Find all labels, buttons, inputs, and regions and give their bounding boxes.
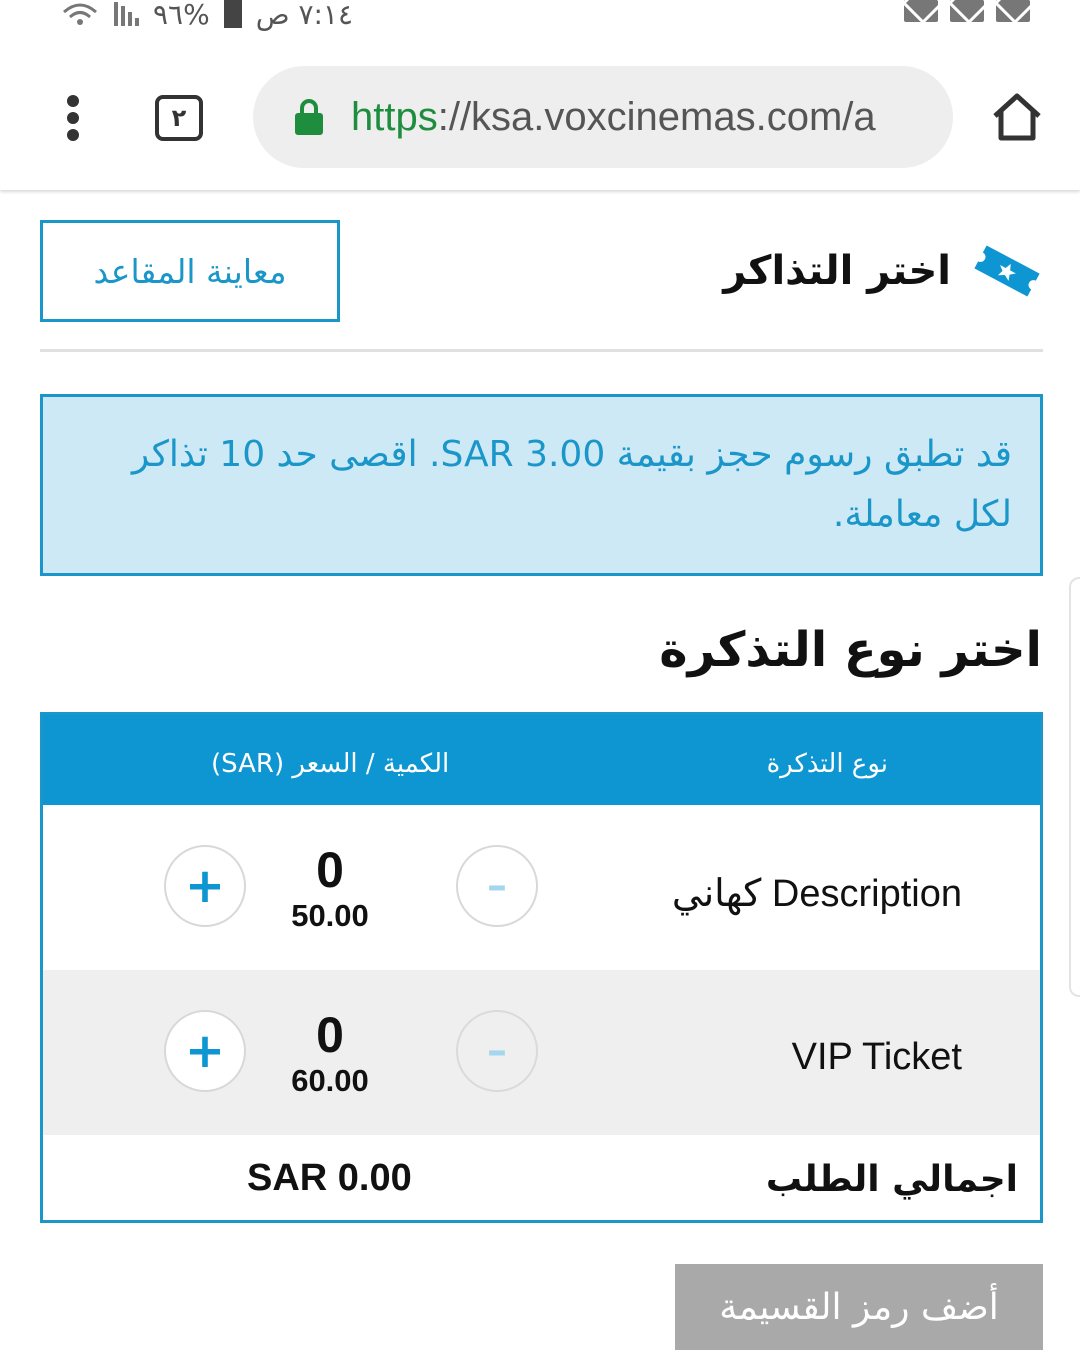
column-header-ticket-type: نوع التذكرة — [766, 749, 888, 779]
scroll-edge — [1069, 577, 1080, 997]
mail-notification-icon — [904, 0, 938, 22]
ticket-price: 60.00 — [291, 1063, 369, 1098]
status-bar: ٧:١٤ ص %٩٦ — [0, 0, 1080, 40]
status-left-group: ٧:١٤ ص %٩٦ — [60, 0, 353, 32]
quantity-display: 0 60.00 — [275, 1006, 385, 1098]
battery-percent: %٩٦ — [153, 0, 210, 31]
booking-fee-notice: قد تطبق رسوم حجز بقيمة SAR 3.00. اقصى حد… — [40, 394, 1043, 576]
increase-quantity-button[interactable]: + — [164, 1010, 246, 1092]
table-row: كهاني Description – 0 50.00 + — [43, 805, 1040, 970]
ticket-type-title: اختر نوع التذكرة — [659, 622, 1042, 678]
home-icon[interactable] — [990, 90, 1044, 144]
wifi-icon — [63, 3, 97, 25]
mail-notification-icon — [950, 0, 984, 22]
browser-menu-icon[interactable] — [62, 95, 84, 141]
quantity-display: 0 50.00 — [275, 841, 385, 933]
ticket-name: VIP Ticket — [791, 1036, 962, 1078]
page-title: اختر التذاكر — [723, 248, 951, 294]
ticket-icon — [974, 245, 1040, 297]
decrease-quantity-button[interactable]: – — [456, 1010, 538, 1092]
divider — [40, 349, 1043, 352]
order-total-value: SAR 0.00 — [247, 1157, 412, 1199]
ticket-price: 50.00 — [291, 898, 369, 933]
table-header: نوع التذكرة الكمية / السعر (SAR) — [43, 715, 1040, 805]
decrease-quantity-button[interactable]: – — [456, 845, 538, 927]
order-total-label: اجمالي الطلب — [765, 1159, 1018, 1200]
ticket-name: كهاني Description — [671, 873, 962, 915]
tab-switcher-button[interactable]: ٢ — [155, 95, 203, 141]
add-voucher-button[interactable]: أضف رمز القسيمة — [675, 1264, 1043, 1350]
ticket-quantity: 0 — [316, 842, 344, 898]
battery-icon — [223, 0, 242, 28]
url-scheme: https — [351, 94, 438, 139]
order-total-row: اجمالي الطلب SAR 0.00 — [43, 1135, 1040, 1220]
ticket-quantity: 0 — [316, 1007, 344, 1063]
column-header-qty-price: الكمية / السعر (SAR) — [211, 749, 450, 779]
lock-icon — [295, 99, 323, 135]
url-host: ://ksa.voxcinemas.com/a — [437, 94, 876, 139]
address-bar[interactable]: https://ksa.voxcinemas.com/a — [253, 66, 953, 168]
ticket-table: نوع التذكرة الكمية / السعر (SAR) كهاني D… — [40, 712, 1043, 1223]
select-tickets-header: معاينة المقاعد اختر التذاكر — [40, 220, 1043, 323]
increase-quantity-button[interactable]: + — [164, 845, 246, 927]
status-time: ٧:١٤ ص — [255, 0, 354, 31]
gmail-notification-icon — [996, 0, 1030, 22]
preview-seats-button[interactable]: معاينة المقاعد — [40, 220, 340, 322]
url-text: https://ksa.voxcinemas.com/a — [351, 95, 876, 140]
signal-icon — [114, 2, 139, 26]
notification-icons — [904, 0, 1030, 22]
browser-toolbar: ٢ https://ksa.voxcinemas.com/a — [0, 40, 1080, 190]
table-row: VIP Ticket – 0 60.00 + — [43, 970, 1040, 1135]
